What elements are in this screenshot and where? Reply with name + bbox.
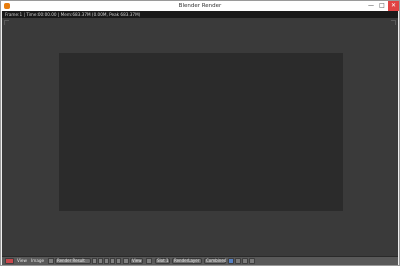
slot-icon[interactable]	[146, 258, 152, 264]
menu-image[interactable]: Image	[31, 258, 44, 264]
pin-icon[interactable]	[116, 258, 121, 264]
view-mode-icon[interactable]	[123, 258, 129, 264]
close-button[interactable]: ✕	[388, 1, 399, 11]
menu-view[interactable]: View	[17, 258, 27, 264]
view-dropdown[interactable]: View	[130, 258, 143, 264]
render-pass-dropdown[interactable]: Combined	[204, 258, 226, 264]
editor-type-icon[interactable]	[5, 258, 14, 264]
minimize-button[interactable]: —	[366, 1, 376, 11]
slot-dropdown[interactable]: Slot 1	[155, 258, 170, 264]
area-split-corner-tl[interactable]	[4, 20, 9, 25]
title-bar[interactable]: Blender Render — □ ✕	[1, 1, 399, 11]
new-image-icon[interactable]	[98, 258, 103, 264]
image-editor-viewport[interactable]	[2, 18, 398, 256]
image-browse-icon[interactable]	[48, 258, 54, 264]
draw-channels-icon[interactable]	[228, 258, 234, 264]
render-result-canvas[interactable]	[59, 53, 343, 211]
image-editor-header: View Image Render Result View Slot 1 Ren…	[2, 256, 398, 265]
open-image-icon[interactable]	[104, 258, 109, 264]
image-name-field[interactable]: Render Result	[55, 258, 91, 264]
fake-user-icon[interactable]	[92, 258, 97, 264]
render-info-header: Frame:1 | Time:00:00.00 | Mem:683.37M (0…	[2, 11, 398, 18]
render-stats-text: Frame:1 | Time:00:00.00 | Mem:683.37M (0…	[5, 12, 141, 17]
render-layer-dropdown[interactable]: RenderLayer	[172, 258, 202, 264]
area-split-corner-tr[interactable]	[391, 20, 396, 25]
maximize-button[interactable]: □	[377, 1, 387, 11]
brush-icon[interactable]	[242, 258, 248, 264]
window-title: Blender Render	[178, 3, 222, 9]
grab-icon[interactable]	[249, 258, 255, 264]
blender-window: Blender Render — □ ✕ Frame:1 | Time:00:0…	[0, 0, 400, 266]
zoom-icon[interactable]	[235, 258, 241, 264]
unlink-image-icon[interactable]	[110, 258, 115, 264]
